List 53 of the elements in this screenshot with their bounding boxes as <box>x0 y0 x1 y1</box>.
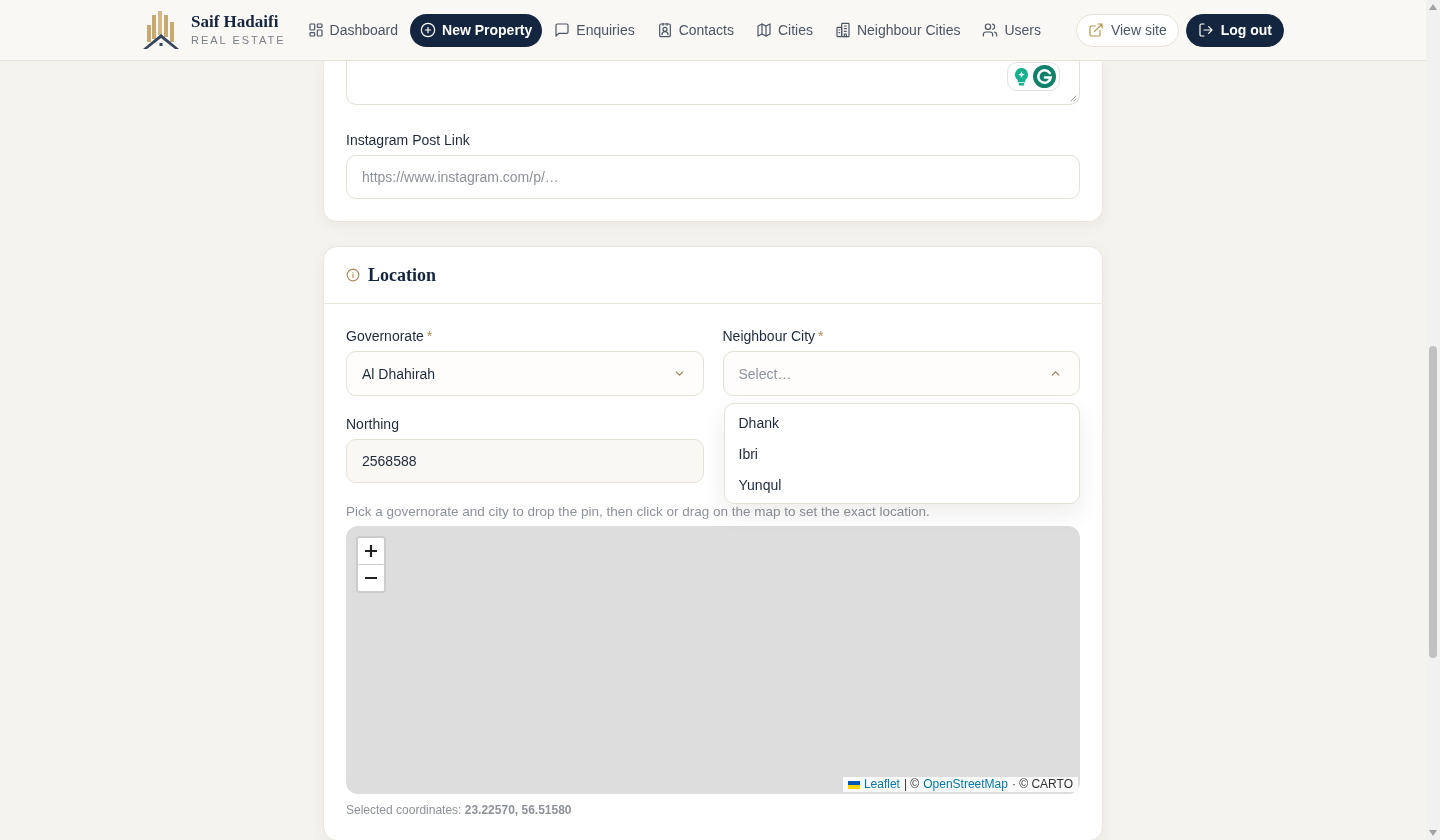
info-icon <box>346 268 360 282</box>
dropdown-option[interactable]: Dhank <box>724 407 1079 438</box>
plus-circle-icon <box>420 22 437 38</box>
input-field[interactable]: https://www.instagram.com/p/… <box>346 155 1080 199</box>
attribution-link[interactable]: OpenStreetMap <box>923 777 1008 792</box>
g-logo-icon[interactable] <box>1033 65 1056 88</box>
speech-bubble-icon <box>554 22 571 38</box>
buildings-logo-icon <box>142 10 180 50</box>
coordinates-text: Selected coordinates: 23.22570, 56.51580 <box>346 802 573 818</box>
widget-tile[interactable] <box>1007 62 1060 91</box>
attribution-text: · © CARTO <box>1011 777 1073 792</box>
nav-tab[interactable]: Cities <box>745 13 823 47</box>
logout-button[interactable]: Log out <box>1185 13 1284 47</box>
resize-handle-icon[interactable] <box>1070 95 1077 102</box>
nav-tab[interactable]: New Property <box>410 13 543 47</box>
building-icon <box>834 22 851 38</box>
plus-icon <box>365 545 377 557</box>
grid-icon <box>307 22 324 38</box>
scroll-down-icon[interactable] <box>1429 830 1437 836</box>
attribution-text: | © <box>903 777 920 792</box>
dropdown-option[interactable]: Ibri <box>724 438 1079 469</box>
nav-tab[interactable]: Neighbour Cities <box>824 13 971 47</box>
flag-icon <box>847 780 860 789</box>
map-icon <box>755 22 772 38</box>
logout-icon <box>1197 22 1214 38</box>
attribution-link[interactable]: Leaflet <box>863 777 900 792</box>
nav-tab[interactable]: Enquiries <box>544 13 645 47</box>
section-title: Location <box>368 264 436 286</box>
scrollbar-thumb[interactable] <box>1429 346 1437 658</box>
input-field[interactable]: 2568588 <box>346 439 704 483</box>
users-icon <box>982 22 999 38</box>
field-label: Neighbour City <box>722 327 816 345</box>
dropdown-option[interactable]: Yunqul <box>724 469 1079 500</box>
nav-tab[interactable]: Dashboard <box>297 13 409 47</box>
zoom-out-button[interactable] <box>358 564 384 591</box>
required-mark: * <box>818 327 824 345</box>
brand-tagline: REAL ESTATE <box>191 33 286 47</box>
hint-text: Pick a governorate and city to drop the pin, then click or drag on the map to set the exact location. <box>346 504 931 520</box>
field-label: Governorate <box>346 327 424 345</box>
select-field[interactable]: Al Dhahirah <box>346 351 704 396</box>
external-link-icon <box>1087 22 1104 38</box>
view-site-button[interactable]: View site <box>1075 13 1179 47</box>
brand-name: Saif Hadaifi <box>191 13 280 31</box>
field-label: Northing <box>346 415 399 433</box>
lightbulb-icon[interactable] <box>1014 67 1029 86</box>
id-badge-icon <box>656 22 673 38</box>
scroll-up-icon[interactable] <box>1429 4 1437 10</box>
required-mark: * <box>426 327 433 345</box>
map-area[interactable]: Leaflet | © OpenStreetMap · © CARTO <box>346 526 1080 794</box>
scrollbar-track[interactable] <box>1426 0 1440 840</box>
nav-tab[interactable]: Contacts <box>646 13 744 47</box>
field-label: Instagram Post Link <box>346 131 470 149</box>
nav-tab[interactable]: Users <box>972 13 1051 47</box>
